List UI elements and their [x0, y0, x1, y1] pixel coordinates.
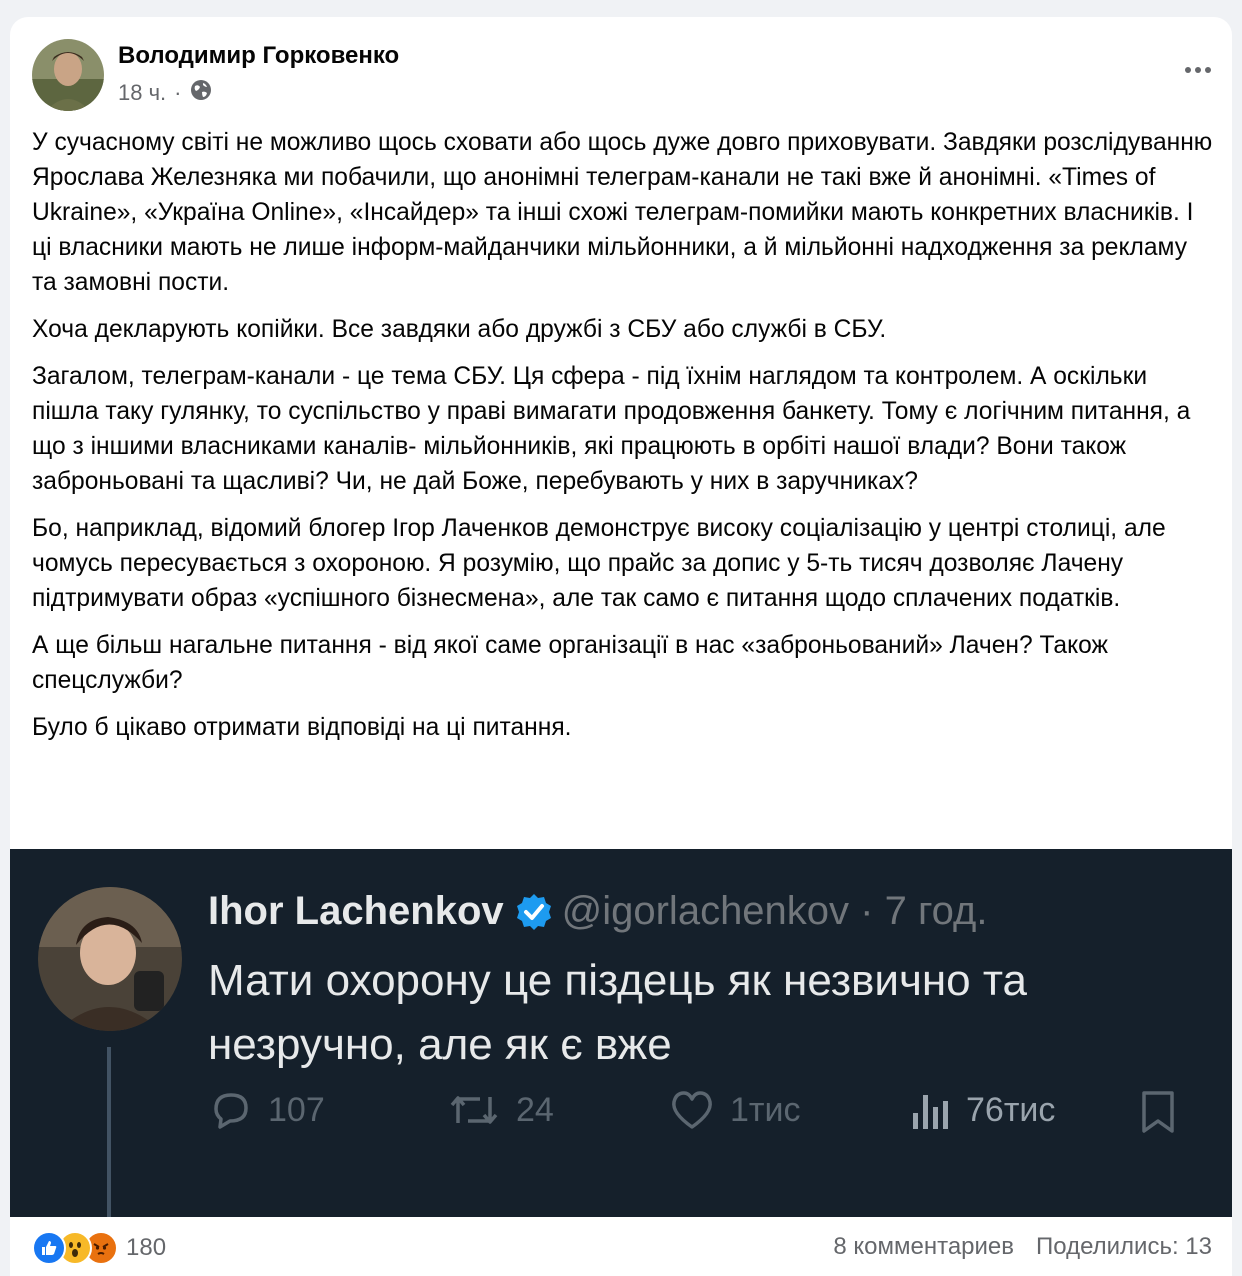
post-paragraph: Хоча декларують копійки. Все завдяки або… [32, 316, 887, 343]
tweet-screenshot[interactable]: Ihor Lachenkov @igorlachenkov · 7 год. М… [10, 849, 1232, 1217]
meta-separator: · [174, 80, 182, 105]
tweet-avatar [38, 887, 182, 1031]
footer-stats: 8 комментариев Поделились: 13 [833, 1233, 1212, 1261]
like-count: 1тис [730, 1090, 801, 1129]
tweet-reply-action[interactable]: 107 [208, 1089, 325, 1131]
globe-icon [190, 79, 212, 107]
verified-icon [514, 891, 554, 931]
author-avatar[interactable] [32, 39, 104, 111]
reply-icon [208, 1089, 254, 1131]
post-meta: 18 ч. · [118, 79, 212, 107]
more-icon[interactable] [1178, 53, 1218, 87]
like-reaction-icon [32, 1231, 66, 1265]
post-paragraph: Загалом, телеграм-канали - це тема СБУ. … [32, 363, 1191, 495]
post-paragraph: Бо, наприклад, відомий блогер Ігор Лачен… [32, 515, 1166, 612]
retweet-icon [446, 1089, 502, 1131]
author-name[interactable]: Володимир Горковенко [118, 42, 399, 70]
tweet-retweet-action[interactable]: 24 [446, 1089, 554, 1131]
tweet-text: Мати охорону це піздець як незвично та н… [208, 956, 1028, 1069]
bookmark-icon[interactable] [1138, 1089, 1178, 1135]
reply-count: 107 [268, 1090, 325, 1129]
tweet-header: Ihor Lachenkov @igorlachenkov · 7 год. [208, 883, 987, 939]
retweet-count: 24 [516, 1090, 554, 1129]
post-footer: 180 8 комментариев Поделились: 13 [10, 1217, 1232, 1276]
views-icon [910, 1089, 952, 1131]
post-header: Володимир Горковенко 18 ч. · [10, 17, 1232, 117]
like-icon [668, 1089, 716, 1131]
reaction-count: 180 [126, 1234, 167, 1261]
tweet-thread-line [107, 1047, 111, 1217]
post-paragraph: А ще більш нагальне питання - від якої с… [32, 632, 1108, 694]
tweet-views-action[interactable]: 76тис [910, 1089, 1055, 1131]
post-body: У сучасному світі не можливо щось сховат… [32, 125, 1217, 757]
post-time[interactable]: 18 ч. [118, 80, 166, 106]
tweet-handle[interactable]: @igorlachenkov · 7 год. [562, 883, 988, 939]
post-paragraph: Було б цікаво отримати відповіді на ці п… [32, 714, 572, 741]
tweet-actions: 107 24 1тис 76тис [208, 1089, 1208, 1149]
tweet-like-action[interactable]: 1тис [668, 1089, 800, 1131]
post-paragraph: У сучасному світі не можливо щось сховат… [32, 129, 1213, 296]
shares-link[interactable]: Поделились: 13 [1036, 1233, 1212, 1261]
views-count: 76тис [966, 1090, 1056, 1129]
tweet-author-name[interactable]: Ihor Lachenkov [208, 883, 504, 939]
comments-link[interactable]: 8 комментариев [833, 1233, 1014, 1261]
reactions-summary[interactable]: 180 [32, 1231, 166, 1265]
post-card: Володимир Горковенко 18 ч. · У сучасному… [10, 17, 1232, 1276]
